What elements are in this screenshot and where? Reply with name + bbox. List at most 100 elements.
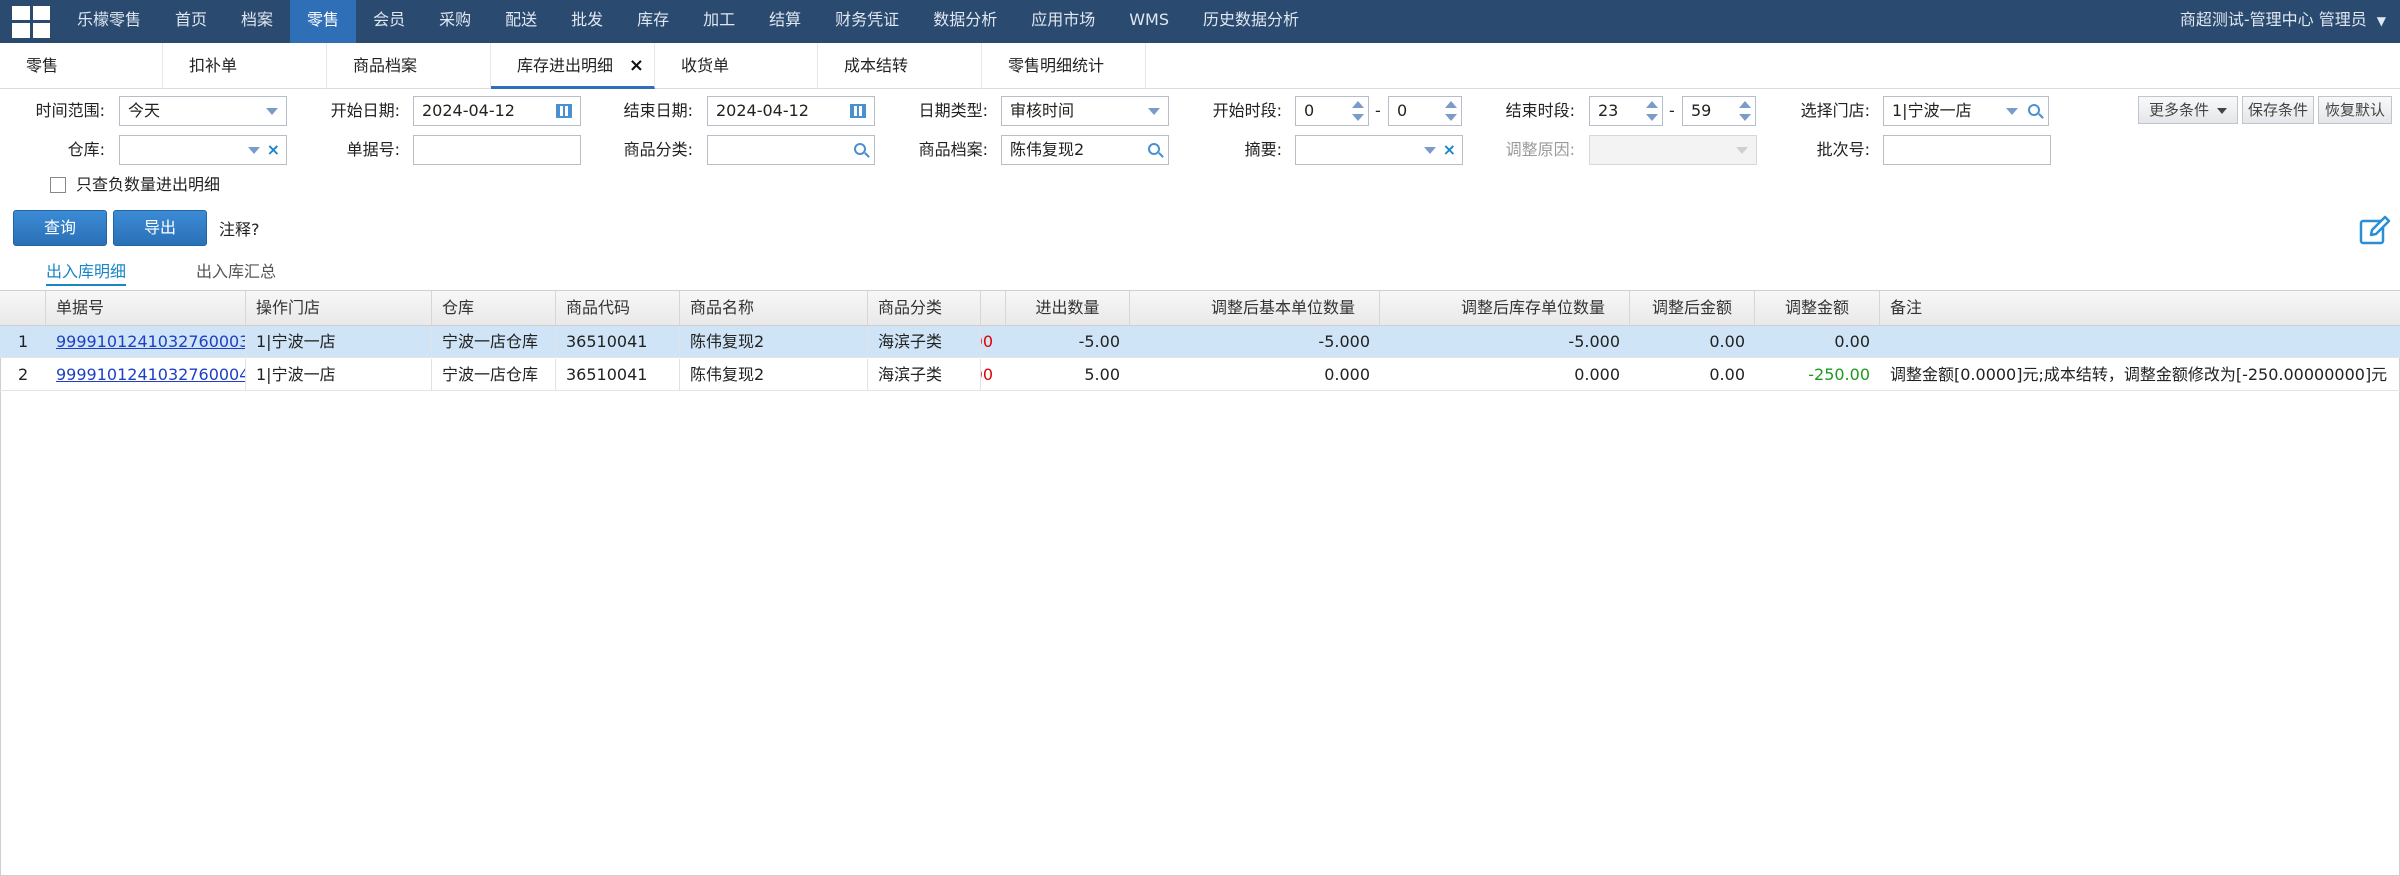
warehouse-select[interactable]: × — [119, 135, 287, 165]
adjust-amount-cell: -250.00 — [1808, 365, 1870, 384]
clipped-value-cell: 00 — [981, 332, 993, 351]
table-header: 单据号 操作门店 仓库 商品代码 商品名称 商品分类 进出数量 调整后基本单位数… — [0, 290, 2400, 326]
end-date-value: 2024-04-12 — [716, 101, 809, 120]
batch-no-label: 批次号: — [1816, 140, 1870, 159]
nav-brand[interactable]: 乐檬零售 — [60, 0, 158, 43]
tab-label: 商品档案 — [353, 56, 418, 75]
edit-icon[interactable] — [2358, 214, 2392, 248]
clear-icon[interactable]: × — [267, 136, 280, 164]
start-date-input[interactable]: 2024-04-12 — [413, 96, 581, 126]
app-grid-logo-icon[interactable] — [12, 5, 50, 38]
spinner-icon[interactable] — [1646, 100, 1658, 122]
nav-item-app-market[interactable]: 应用市场 — [1014, 0, 1112, 43]
store-select[interactable]: 1|宁波一店 — [1883, 96, 2049, 126]
adjust-reason-select — [1589, 135, 1757, 165]
category-cell: 海滨子类 — [868, 359, 981, 391]
start-period-hour-input[interactable]: 0 — [1295, 96, 1369, 126]
nav-item-finance-voucher[interactable]: 财务凭证 — [818, 0, 916, 43]
store-cell: 1|宁波一店 — [246, 359, 432, 391]
period-separator: - — [1669, 101, 1675, 120]
store-value: 1|宁波一店 — [1892, 101, 1972, 120]
subtab-in-out-summary[interactable]: 出入库汇总 — [196, 258, 276, 286]
more-conditions-button[interactable]: 更多条件 — [2138, 96, 2238, 124]
calendar-icon[interactable] — [850, 104, 866, 118]
search-icon[interactable] — [2028, 104, 2040, 116]
tab-receipt[interactable]: 收货单 — [655, 43, 818, 89]
tab-deduction-supplement[interactable]: 扣补单 — [163, 43, 327, 89]
date-type-value: 审核时间 — [1010, 101, 1075, 120]
nav-item-settlement[interactable]: 结算 — [752, 0, 818, 43]
search-icon[interactable] — [854, 143, 866, 155]
header-product-name[interactable]: 商品名称 — [680, 291, 868, 325]
nav-item-history-analysis[interactable]: 历史数据分析 — [1186, 0, 1316, 43]
save-conditions-button[interactable]: 保存条件 — [2242, 96, 2314, 124]
table-row[interactable]: 2 9999101241032760004 1|宁波一店 宁波一店仓库 3651… — [0, 359, 2400, 391]
nav-item-home[interactable]: 首页 — [158, 0, 224, 43]
header-doc-no[interactable]: 单据号 — [46, 291, 246, 325]
dropdown-arrow-icon — [1148, 108, 1160, 115]
start-period-label: 开始时段: — [1212, 101, 1282, 120]
header-product-category[interactable]: 商品分类 — [868, 291, 981, 325]
nav-item-purchase[interactable]: 采购 — [422, 0, 488, 43]
close-tab-icon[interactable]: × — [629, 43, 644, 89]
clear-icon[interactable]: × — [1443, 136, 1456, 164]
tab-inventory-in-out-detail[interactable]: 库存进出明细 × — [491, 43, 655, 89]
header-store[interactable]: 操作门店 — [246, 291, 432, 325]
date-type-select[interactable]: 审核时间 — [1001, 96, 1169, 126]
spinner-icon[interactable] — [1352, 100, 1364, 122]
subtab-in-out-detail[interactable]: 出入库明细 — [46, 258, 127, 286]
header-warehouse[interactable]: 仓库 — [432, 291, 556, 325]
search-icon[interactable] — [1148, 143, 1160, 155]
batch-no-input[interactable] — [1883, 135, 2051, 165]
start-period-minute-input[interactable]: 0 — [1388, 96, 1462, 126]
header-adjust-amount[interactable]: 调整金额 — [1755, 291, 1880, 325]
tab-cost-carryover[interactable]: 成本结转 — [818, 43, 982, 89]
doc-no-link[interactable]: 9999101241032760004 — [46, 359, 246, 391]
dropdown-arrow-icon — [1424, 147, 1436, 154]
tab-label: 扣补单 — [189, 56, 238, 75]
end-period-hour-input[interactable]: 23 — [1589, 96, 1663, 126]
header-in-out-qty[interactable]: 进出数量 — [1006, 291, 1130, 325]
restore-default-button[interactable]: 恢复默认 — [2318, 96, 2392, 124]
negative-only-checkbox[interactable] — [50, 177, 66, 193]
nav-item-data-analysis[interactable]: 数据分析 — [916, 0, 1014, 43]
dropdown-arrow-icon — [2006, 108, 2018, 115]
export-button[interactable]: 导出 — [113, 210, 207, 246]
nav-item-archive[interactable]: 档案 — [224, 0, 290, 43]
nav-item-distribution[interactable]: 配送 — [488, 0, 554, 43]
tab-retail[interactable]: 零售 — [0, 43, 163, 89]
nav-item-retail[interactable]: 零售 — [290, 0, 357, 43]
calendar-icon[interactable] — [556, 104, 572, 118]
category-input[interactable] — [707, 135, 875, 165]
header-adjusted-stock-qty[interactable]: 调整后库存单位数量 — [1380, 291, 1630, 325]
nav-item-wholesale[interactable]: 批发 — [554, 0, 620, 43]
start-date-label: 开始日期: — [330, 101, 400, 120]
nav-item-member[interactable]: 会员 — [356, 0, 422, 43]
query-button[interactable]: 查询 — [13, 210, 107, 246]
time-range-select[interactable]: 今天 — [119, 96, 287, 126]
doc-no-input[interactable] — [413, 135, 581, 165]
doc-no-link[interactable]: 9999101241032760003 — [46, 326, 246, 358]
header-adjusted-amount[interactable]: 调整后金额 — [1630, 291, 1755, 325]
header-hidden-column — [981, 291, 1006, 325]
adjusted-base-qty-cell: -5.000 — [1318, 332, 1370, 351]
tab-retail-detail-stats[interactable]: 零售明细统计 — [982, 43, 1146, 89]
nav-item-processing[interactable]: 加工 — [686, 0, 752, 43]
table-row[interactable]: 1 9999101241032760003 1|宁波一店 宁波一店仓库 3651… — [0, 326, 2400, 358]
end-date-input[interactable]: 2024-04-12 — [707, 96, 875, 126]
spinner-icon[interactable] — [1445, 100, 1457, 122]
spinner-icon[interactable] — [1739, 100, 1751, 122]
tab-product-archive[interactable]: 商品档案 — [327, 43, 491, 89]
nav-item-wms[interactable]: WMS — [1112, 0, 1186, 43]
in-out-qty-cell: 5.00 — [1084, 365, 1120, 384]
header-product-code[interactable]: 商品代码 — [556, 291, 680, 325]
note-link[interactable]: 注释? — [219, 216, 260, 240]
header-remark[interactable]: 备注 — [1880, 291, 2400, 325]
nav-item-inventory[interactable]: 库存 — [620, 0, 686, 43]
user-menu[interactable]: 商超测试-管理中心 管理员 ▼ — [2180, 0, 2386, 43]
summary-select[interactable]: × — [1295, 135, 1463, 165]
product-input[interactable]: 陈伟复现2 — [1001, 135, 1169, 165]
negative-only-option[interactable]: 只查负数量进出明细 — [50, 174, 220, 196]
end-period-minute-input[interactable]: 59 — [1682, 96, 1756, 126]
header-adjusted-base-qty[interactable]: 调整后基本单位数量 — [1130, 291, 1380, 325]
